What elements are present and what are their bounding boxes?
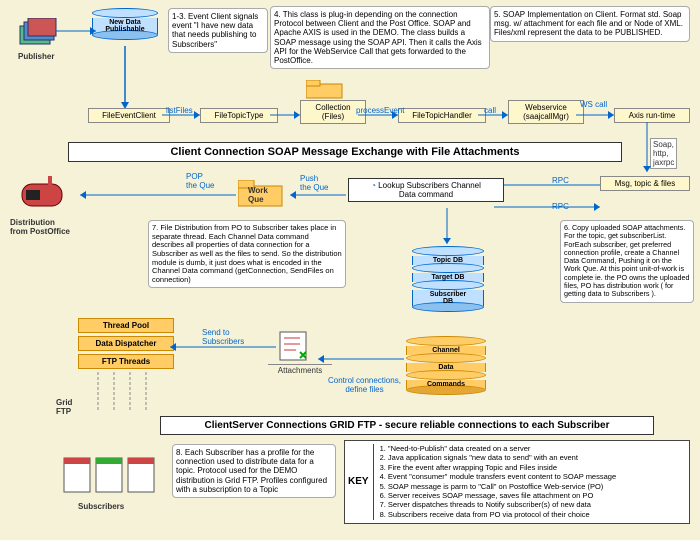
label-pop: POP the Que [186,172,214,190]
node-lookup: ◔ Lookup Subscribers Channel Data comman… [348,178,504,202]
title-soap-exchange: Client Connection SOAP Message Exchange … [68,142,622,162]
label-attachments: Attachments [268,364,332,375]
new-data-cylinder: New Data Publishable [92,8,158,40]
thread-pool: Thread Pool [78,318,174,333]
label-subscribers: Subscribers [78,502,124,511]
label-workque: Work Que [248,186,268,204]
subscribers-icon [60,450,160,502]
note-step-6: 6. Copy uploaded SOAP attachments. For t… [560,220,694,303]
note-step-8: 8. Each Subscriber has a profile for the… [172,444,336,498]
label-dist-po: Distribution from PostOffice [10,218,70,236]
label-push: Push the Que [300,174,328,192]
node-axis: Axis run-time [614,108,690,123]
node-webservice: Webservice (saajcallMgr) [508,100,584,124]
attachments-icon [278,330,314,364]
note-step-7: 7. File Distribution from PO to Subscrib… [148,220,346,288]
title-grid-ftp: ClientServer Connections GRID FTP - secu… [160,416,654,435]
ftp-threads: FTP Threads [78,354,174,369]
label-ctrl: Control connections, define files [328,376,401,394]
label-wscall: WS call [580,100,607,109]
label-send: Send to Subscribers [202,328,244,346]
label-grid-ftp: Grid FTP [56,398,72,416]
cmd-stack: Channel Data Commands [406,336,486,395]
node-file-event-client: FileEventClient [88,108,170,123]
note-step-5: 5. SOAP Implementation on Client. Format… [490,6,690,42]
node-file-topic-type: FileTopicType [200,108,278,123]
mailbox-icon [18,176,70,218]
note-step-1-3: 1-3. Event Client signals event "I have … [168,8,268,53]
data-dispatcher: Data Dispatcher [78,336,174,351]
note-step-4: 4. This class is plug-in depending on th… [270,6,490,69]
books-icon [18,18,58,48]
node-file-topic-handler: FileTopicHandler [398,108,486,123]
publisher-label: Publisher [18,52,54,61]
db-stack: Topic DB Target DB Subscriber DB [412,246,484,312]
folder-icon [306,80,346,102]
key-box: KEY 1. "Need-to-Publish" data created on… [344,440,690,524]
node-msg-topic-files: Msg, topic & files [600,176,690,191]
label-soap-http: Soap, http, jaxrpc [650,138,677,169]
